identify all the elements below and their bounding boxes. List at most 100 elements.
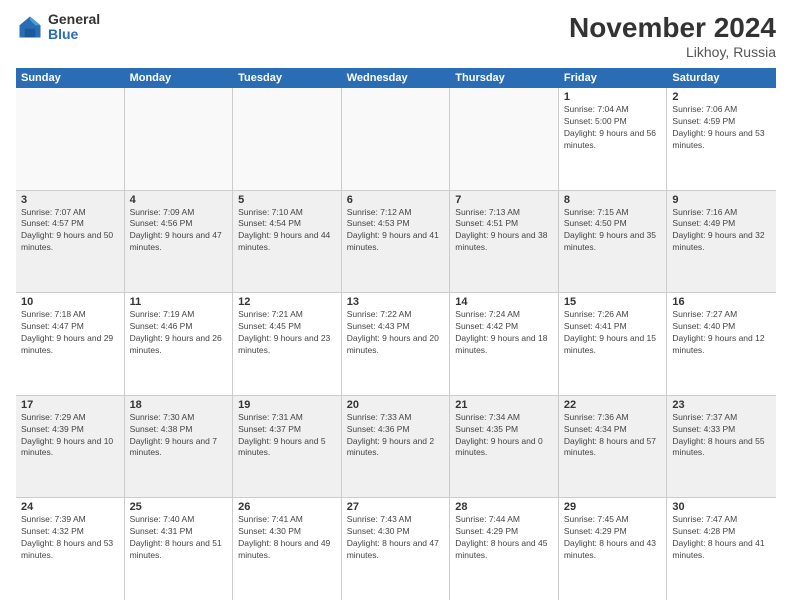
day-info: Sunrise: 7:47 AM Sunset: 4:28 PM Dayligh…	[672, 514, 764, 560]
week-row-3: 17Sunrise: 7:29 AM Sunset: 4:39 PM Dayli…	[16, 396, 776, 499]
day-info: Sunrise: 7:26 AM Sunset: 4:41 PM Dayligh…	[564, 309, 656, 355]
cell-w0-d3	[342, 88, 451, 190]
cell-w2-d5: 15Sunrise: 7:26 AM Sunset: 4:41 PM Dayli…	[559, 293, 668, 395]
day-info: Sunrise: 7:41 AM Sunset: 4:30 PM Dayligh…	[238, 514, 330, 560]
day-number: 28	[455, 501, 553, 513]
calendar: Sunday Monday Tuesday Wednesday Thursday…	[16, 68, 776, 600]
day-number: 24	[21, 501, 119, 513]
cell-w3-d0: 17Sunrise: 7:29 AM Sunset: 4:39 PM Dayli…	[16, 396, 125, 498]
day-info: Sunrise: 7:24 AM Sunset: 4:42 PM Dayligh…	[455, 309, 547, 355]
day-number: 13	[347, 296, 445, 308]
cell-w4-d4: 28Sunrise: 7:44 AM Sunset: 4:29 PM Dayli…	[450, 498, 559, 600]
day-number: 1	[564, 91, 662, 103]
cell-w4-d1: 25Sunrise: 7:40 AM Sunset: 4:31 PM Dayli…	[125, 498, 234, 600]
day-number: 19	[238, 399, 336, 411]
day-number: 22	[564, 399, 662, 411]
day-number: 5	[238, 194, 336, 206]
logo: General Blue	[16, 12, 100, 43]
day-number: 25	[130, 501, 228, 513]
cell-w4-d3: 27Sunrise: 7:43 AM Sunset: 4:30 PM Dayli…	[342, 498, 451, 600]
cell-w0-d5: 1Sunrise: 7:04 AM Sunset: 5:00 PM Daylig…	[559, 88, 668, 190]
day-number: 29	[564, 501, 662, 513]
day-number: 9	[672, 194, 771, 206]
cell-w0-d2	[233, 88, 342, 190]
title-block: November 2024 Likhoy, Russia	[569, 12, 776, 60]
day-info: Sunrise: 7:04 AM Sunset: 5:00 PM Dayligh…	[564, 104, 656, 150]
day-number: 27	[347, 501, 445, 513]
header-tuesday: Tuesday	[233, 68, 342, 88]
cell-w2-d3: 13Sunrise: 7:22 AM Sunset: 4:43 PM Dayli…	[342, 293, 451, 395]
cell-w3-d4: 21Sunrise: 7:34 AM Sunset: 4:35 PM Dayli…	[450, 396, 559, 498]
day-info: Sunrise: 7:06 AM Sunset: 4:59 PM Dayligh…	[672, 104, 764, 150]
week-row-2: 10Sunrise: 7:18 AM Sunset: 4:47 PM Dayli…	[16, 293, 776, 396]
day-number: 15	[564, 296, 662, 308]
day-info: Sunrise: 7:36 AM Sunset: 4:34 PM Dayligh…	[564, 412, 656, 458]
day-info: Sunrise: 7:22 AM Sunset: 4:43 PM Dayligh…	[347, 309, 439, 355]
header-wednesday: Wednesday	[342, 68, 451, 88]
day-info: Sunrise: 7:12 AM Sunset: 4:53 PM Dayligh…	[347, 207, 439, 253]
cell-w2-d2: 12Sunrise: 7:21 AM Sunset: 4:45 PM Dayli…	[233, 293, 342, 395]
day-info: Sunrise: 7:15 AM Sunset: 4:50 PM Dayligh…	[564, 207, 656, 253]
day-info: Sunrise: 7:30 AM Sunset: 4:38 PM Dayligh…	[130, 412, 217, 458]
cell-w1-d6: 9Sunrise: 7:16 AM Sunset: 4:49 PM Daylig…	[667, 191, 776, 293]
header-friday: Friday	[559, 68, 668, 88]
week-row-0: 1Sunrise: 7:04 AM Sunset: 5:00 PM Daylig…	[16, 88, 776, 191]
week-row-1: 3Sunrise: 7:07 AM Sunset: 4:57 PM Daylig…	[16, 191, 776, 294]
calendar-body: 1Sunrise: 7:04 AM Sunset: 5:00 PM Daylig…	[16, 88, 776, 600]
header-saturday: Saturday	[667, 68, 776, 88]
page: General Blue November 2024 Likhoy, Russi…	[0, 0, 792, 612]
cell-w1-d5: 8Sunrise: 7:15 AM Sunset: 4:50 PM Daylig…	[559, 191, 668, 293]
cell-w4-d5: 29Sunrise: 7:45 AM Sunset: 4:29 PM Dayli…	[559, 498, 668, 600]
cell-w4-d2: 26Sunrise: 7:41 AM Sunset: 4:30 PM Dayli…	[233, 498, 342, 600]
day-number: 11	[130, 296, 228, 308]
header: General Blue November 2024 Likhoy, Russi…	[16, 12, 776, 60]
cell-w3-d3: 20Sunrise: 7:33 AM Sunset: 4:36 PM Dayli…	[342, 396, 451, 498]
cell-w1-d3: 6Sunrise: 7:12 AM Sunset: 4:53 PM Daylig…	[342, 191, 451, 293]
cell-w3-d6: 23Sunrise: 7:37 AM Sunset: 4:33 PM Dayli…	[667, 396, 776, 498]
cell-w0-d1	[125, 88, 234, 190]
day-number: 14	[455, 296, 553, 308]
day-number: 20	[347, 399, 445, 411]
day-info: Sunrise: 7:31 AM Sunset: 4:37 PM Dayligh…	[238, 412, 325, 458]
day-info: Sunrise: 7:16 AM Sunset: 4:49 PM Dayligh…	[672, 207, 764, 253]
day-number: 8	[564, 194, 662, 206]
day-info: Sunrise: 7:34 AM Sunset: 4:35 PM Dayligh…	[455, 412, 542, 458]
cell-w1-d4: 7Sunrise: 7:13 AM Sunset: 4:51 PM Daylig…	[450, 191, 559, 293]
main-title: November 2024	[569, 12, 776, 44]
cell-w1-d1: 4Sunrise: 7:09 AM Sunset: 4:56 PM Daylig…	[125, 191, 234, 293]
logo-icon	[16, 13, 44, 41]
day-info: Sunrise: 7:07 AM Sunset: 4:57 PM Dayligh…	[21, 207, 113, 253]
week-row-4: 24Sunrise: 7:39 AM Sunset: 4:32 PM Dayli…	[16, 498, 776, 600]
day-info: Sunrise: 7:21 AM Sunset: 4:45 PM Dayligh…	[238, 309, 330, 355]
cell-w4-d0: 24Sunrise: 7:39 AM Sunset: 4:32 PM Dayli…	[16, 498, 125, 600]
day-number: 4	[130, 194, 228, 206]
day-info: Sunrise: 7:27 AM Sunset: 4:40 PM Dayligh…	[672, 309, 764, 355]
day-number: 30	[672, 501, 771, 513]
cell-w1-d2: 5Sunrise: 7:10 AM Sunset: 4:54 PM Daylig…	[233, 191, 342, 293]
day-number: 18	[130, 399, 228, 411]
cell-w2-d1: 11Sunrise: 7:19 AM Sunset: 4:46 PM Dayli…	[125, 293, 234, 395]
cell-w0-d0	[16, 88, 125, 190]
cell-w2-d6: 16Sunrise: 7:27 AM Sunset: 4:40 PM Dayli…	[667, 293, 776, 395]
day-info: Sunrise: 7:13 AM Sunset: 4:51 PM Dayligh…	[455, 207, 547, 253]
day-number: 16	[672, 296, 771, 308]
cell-w1-d0: 3Sunrise: 7:07 AM Sunset: 4:57 PM Daylig…	[16, 191, 125, 293]
day-info: Sunrise: 7:10 AM Sunset: 4:54 PM Dayligh…	[238, 207, 330, 253]
day-info: Sunrise: 7:43 AM Sunset: 4:30 PM Dayligh…	[347, 514, 439, 560]
cell-w4-d6: 30Sunrise: 7:47 AM Sunset: 4:28 PM Dayli…	[667, 498, 776, 600]
day-number: 6	[347, 194, 445, 206]
day-number: 21	[455, 399, 553, 411]
header-monday: Monday	[125, 68, 234, 88]
logo-text: General Blue	[48, 12, 100, 43]
day-info: Sunrise: 7:45 AM Sunset: 4:29 PM Dayligh…	[564, 514, 656, 560]
cell-w0-d4	[450, 88, 559, 190]
day-number: 10	[21, 296, 119, 308]
header-thursday: Thursday	[450, 68, 559, 88]
day-number: 17	[21, 399, 119, 411]
day-info: Sunrise: 7:33 AM Sunset: 4:36 PM Dayligh…	[347, 412, 434, 458]
calendar-header: Sunday Monday Tuesday Wednesday Thursday…	[16, 68, 776, 88]
cell-w3-d1: 18Sunrise: 7:30 AM Sunset: 4:38 PM Dayli…	[125, 396, 234, 498]
day-info: Sunrise: 7:40 AM Sunset: 4:31 PM Dayligh…	[130, 514, 222, 560]
cell-w3-d2: 19Sunrise: 7:31 AM Sunset: 4:37 PM Dayli…	[233, 396, 342, 498]
day-info: Sunrise: 7:37 AM Sunset: 4:33 PM Dayligh…	[672, 412, 764, 458]
